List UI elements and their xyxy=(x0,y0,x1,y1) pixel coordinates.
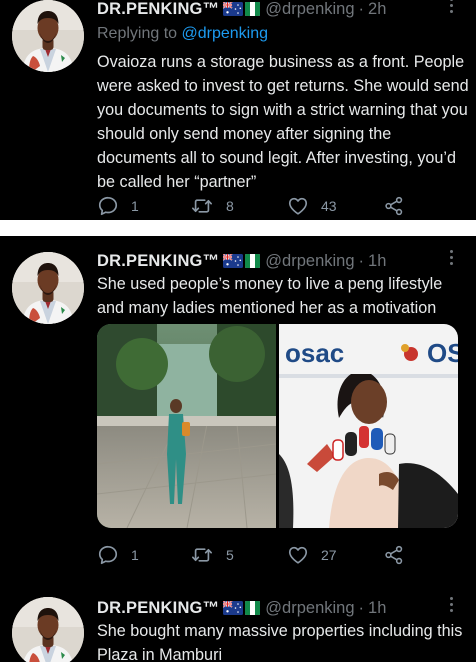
like-count: 43 xyxy=(321,198,337,214)
share-button[interactable] xyxy=(383,544,405,566)
more-icon[interactable] xyxy=(450,0,454,14)
like-button[interactable]: 27 xyxy=(287,544,337,566)
more-icon[interactable] xyxy=(450,250,454,266)
photo-woman-courtyard xyxy=(97,324,276,528)
tweet-header: DR.PENKING™ @drpenking · 1h xyxy=(97,250,386,272)
panel-divider xyxy=(0,220,476,236)
tweet[interactable]: DR.PENKING™ @drpenking · 2h Replying to … xyxy=(0,0,476,220)
reply-count: 1 xyxy=(131,547,139,563)
share-icon xyxy=(383,544,405,566)
display-name[interactable]: DR.PENKING™ xyxy=(97,599,219,618)
retweet-button[interactable]: 5 xyxy=(190,544,234,566)
retweet-icon xyxy=(190,195,214,217)
like-icon xyxy=(287,544,309,566)
nigeria-flag-icon xyxy=(245,601,260,615)
timestamp[interactable]: 1h xyxy=(368,252,386,271)
australia-flag-icon xyxy=(223,601,243,615)
tweet-text: She used people’s money to live a peng l… xyxy=(97,275,443,317)
nigeria-flag-icon xyxy=(245,254,260,268)
retweet-icon xyxy=(190,544,214,566)
photo-press-microphones: osac OS xyxy=(279,324,458,528)
share-button[interactable] xyxy=(383,195,405,217)
tweet[interactable]: DR.PENKING™ @drpenking · 1h She used peo… xyxy=(0,250,476,582)
backdrop-logo-text: osac xyxy=(285,338,344,368)
nigeria-flag-icon xyxy=(245,2,260,16)
reply-button[interactable]: 1 xyxy=(97,195,139,217)
media-photo-left[interactable] xyxy=(97,324,276,528)
reply-icon xyxy=(97,544,119,566)
australia-flag-icon xyxy=(223,254,243,268)
like-count: 27 xyxy=(321,547,337,563)
more-icon[interactable] xyxy=(450,597,454,613)
retweet-button[interactable]: 8 xyxy=(190,195,234,217)
reply-button[interactable]: 1 xyxy=(97,544,139,566)
like-button[interactable]: 43 xyxy=(287,195,337,217)
like-icon xyxy=(287,195,309,217)
tweet-panel-2: DR.PENKING™ @drpenking · 1h She used peo… xyxy=(0,236,476,662)
flags xyxy=(223,254,260,268)
tweet-actions: 1 5 27 xyxy=(97,544,417,568)
handle[interactable]: @drpenking xyxy=(265,599,354,618)
backdrop-logo-text-2: OS xyxy=(427,338,458,368)
handle[interactable]: @drpenking xyxy=(265,252,354,271)
retweet-count: 8 xyxy=(226,198,234,214)
tweet[interactable]: DR.PENKING™ @drpenking · 1h She bought m… xyxy=(0,597,476,662)
tweet-header: DR.PENKING™ @drpenking · 2h xyxy=(97,0,386,20)
replying-to: Replying to @drpenking xyxy=(97,25,268,43)
australia-flag-icon xyxy=(223,2,243,16)
replying-to-label: Replying to xyxy=(97,25,182,42)
handle[interactable]: @drpenking xyxy=(265,0,354,19)
tweet-header: DR.PENKING™ @drpenking · 1h xyxy=(97,597,386,619)
flags xyxy=(223,2,260,16)
retweet-count: 5 xyxy=(226,547,234,563)
tweet-text: She bought many massive properties inclu… xyxy=(97,622,463,662)
timestamp[interactable]: 2h xyxy=(368,0,386,19)
replying-to-link[interactable]: @drpenking xyxy=(182,25,269,42)
share-icon xyxy=(383,195,405,217)
tweet-panel-1: DR.PENKING™ @drpenking · 2h Replying to … xyxy=(0,0,476,220)
display-name[interactable]: DR.PENKING™ xyxy=(97,252,219,271)
reply-icon xyxy=(97,195,119,217)
flags xyxy=(223,601,260,615)
reply-count: 1 xyxy=(131,198,139,214)
separator-dot: · xyxy=(358,0,365,18)
separator-dot: · xyxy=(358,598,365,617)
separator-dot: · xyxy=(358,251,365,270)
tweet-media: osac OS xyxy=(97,324,458,528)
tweet-text: Ovaioza runs a storage business as a fro… xyxy=(97,53,469,191)
media-photo-right[interactable]: osac OS xyxy=(279,324,458,528)
display-name[interactable]: DR.PENKING™ xyxy=(97,0,219,19)
tweet-actions: 1 8 43 xyxy=(97,195,417,219)
timestamp[interactable]: 1h xyxy=(368,599,386,618)
